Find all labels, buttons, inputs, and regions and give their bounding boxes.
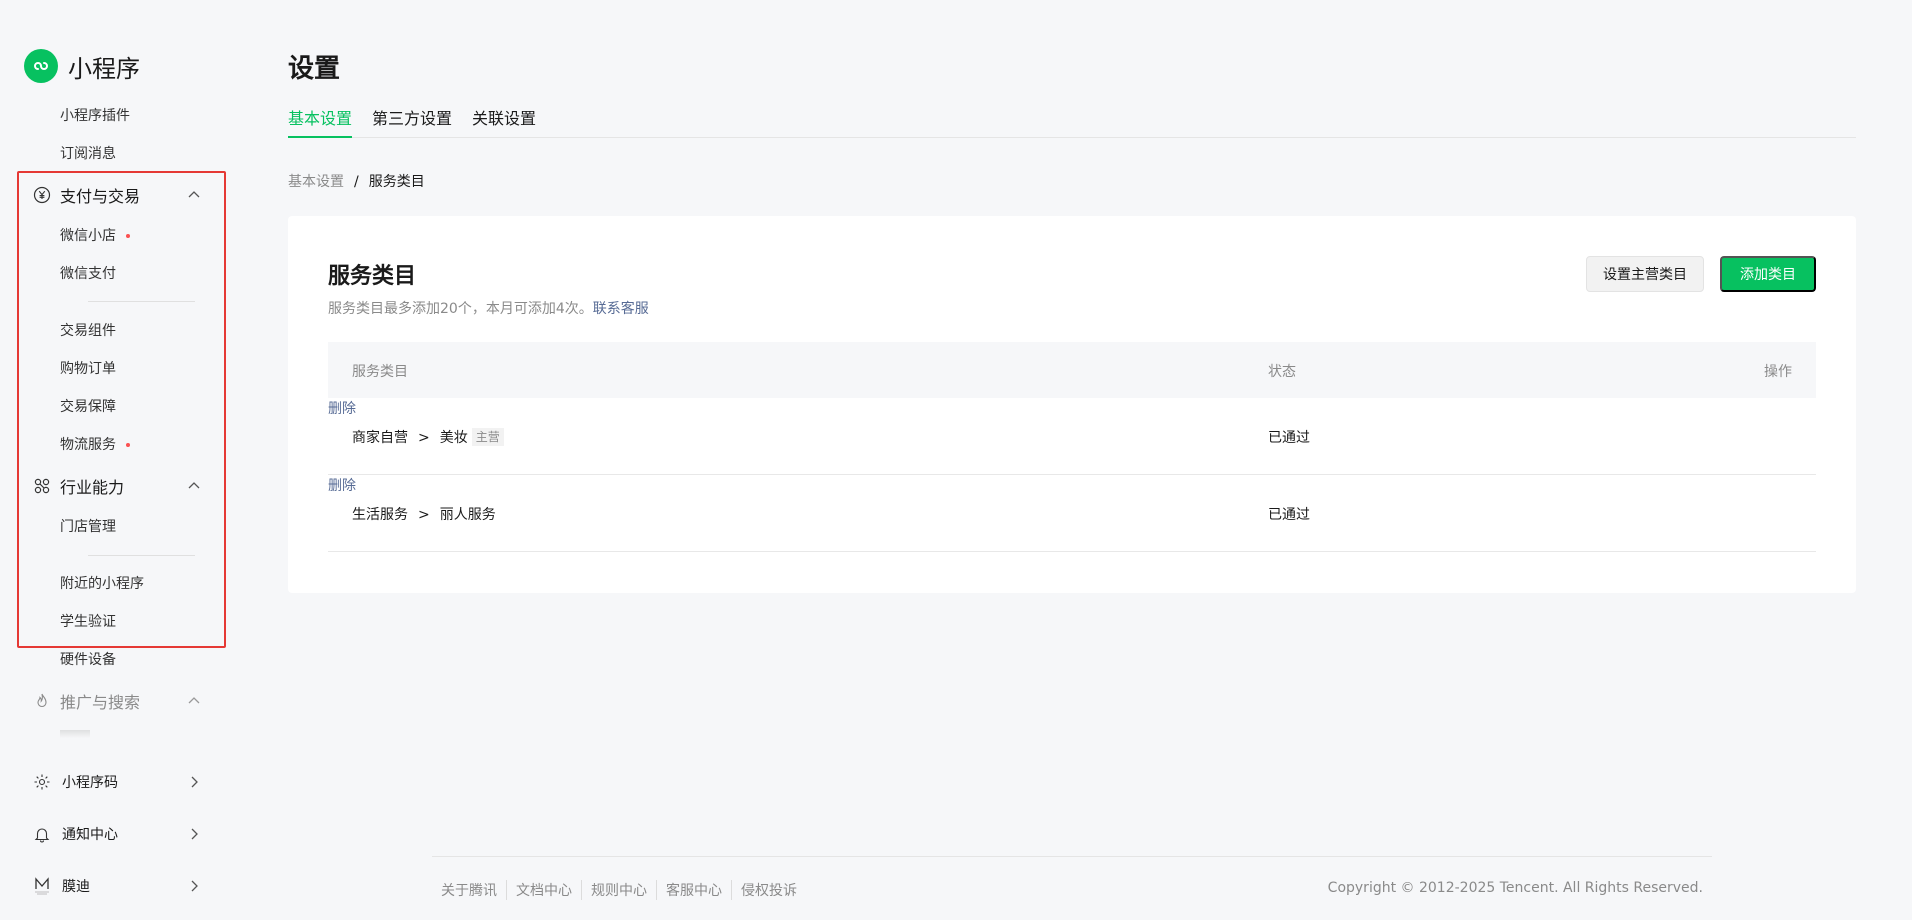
category-child: 丽人服务 — [439, 507, 496, 523]
highlight-annotation-box — [17, 171, 226, 648]
breadcrumb-current: 服务类目 — [368, 174, 425, 190]
description-text: 服务类目最多添加20个，本月可添加4次。 — [328, 301, 593, 317]
sidebar-item-label: 膜迪 — [62, 879, 90, 895]
tab-linked-settings[interactable]: 关联设置 — [472, 108, 536, 138]
column-header-status: 状态 — [1268, 364, 1296, 380]
chevron-up-icon[interactable] — [186, 693, 202, 713]
category-parent: 商家自营 — [352, 430, 408, 446]
sidebar-item-miniprogram-code[interactable]: 小程序码 — [32, 770, 202, 794]
category-table: 服务类目 状态 操作 商家自营 > 美妆 主营 已通过 删除 生活服务 > 丽人服务 已通… — [328, 342, 1816, 552]
table-row: 商家自营 > 美妆 主营 已通过 删除 — [328, 398, 1816, 475]
tab-third-party-settings[interactable]: 第三方设置 — [372, 108, 452, 138]
chevron-right-icon — [186, 826, 202, 846]
footer-links: 关于腾讯 文档中心 规则中心 客服中心 侵权投诉 — [441, 880, 806, 900]
sidebar-item-account[interactable]: 膜迪 — [32, 874, 202, 898]
sidebar-item-label: 小程序码 — [62, 775, 118, 791]
sidebar-item-label: 通知中心 — [62, 827, 118, 843]
category-cell: 生活服务 > 丽人服务 — [352, 504, 496, 524]
sidebar: 小程序 小程序插件 订阅消息 支付与交易 微信小店 微信支付 交易组件 购物订单… — [0, 0, 240, 920]
footer-link-about[interactable]: 关于腾讯 — [441, 880, 506, 900]
add-category-button[interactable]: 添加类目 — [1720, 256, 1816, 292]
sidebar-item-subscribe-messages[interactable]: 订阅消息 — [60, 144, 116, 164]
account-avatar-icon — [32, 876, 52, 896]
breadcrumb-parent[interactable]: 基本设置 — [288, 174, 344, 190]
bell-icon — [32, 824, 52, 844]
breadcrumb: 基本设置 / 服务类目 — [288, 171, 425, 191]
sidebar-group-label: 推广与搜索 — [60, 693, 141, 712]
category-cell: 商家自营 > 美妆 主营 — [352, 427, 504, 447]
tab-basic-settings[interactable]: 基本设置 — [288, 108, 353, 138]
status-cell: 已通过 — [1268, 507, 1310, 523]
breadcrumb-separator: / — [354, 174, 359, 190]
table-row: 生活服务 > 丽人服务 已通过 删除 — [328, 475, 1816, 552]
footer-link-rules[interactable]: 规则中心 — [581, 880, 656, 900]
app-name: 小程序 — [68, 54, 140, 83]
settings-tabs: 基本设置 第三方设置 关联设置 — [288, 108, 1856, 138]
card-title: 服务类目 — [328, 264, 417, 289]
footer-link-support[interactable]: 客服中心 — [656, 880, 731, 900]
chevron-right-icon — [186, 774, 202, 794]
fire-icon — [32, 691, 52, 711]
sidebar-item-notification-center[interactable]: 通知中心 — [32, 822, 202, 846]
chevron-right-icon — [186, 878, 202, 898]
delete-link[interactable]: 删除 — [328, 401, 356, 417]
qrcode-sun-icon — [32, 772, 52, 792]
footer-link-infringement[interactable]: 侵权投诉 — [731, 880, 806, 900]
status-cell: 已通过 — [1268, 430, 1310, 446]
table-header: 服务类目 状态 操作 — [328, 342, 1816, 398]
sidebar-group-promotion[interactable]: 推广与搜索 — [32, 689, 202, 713]
service-category-card: 服务类目 服务类目最多添加20个，本月可添加4次。联系客服 设置主营类目 添加类… — [288, 216, 1856, 593]
card-description: 服务类目最多添加20个，本月可添加4次。联系客服 — [328, 298, 649, 318]
sidebar-item-plugins[interactable]: 小程序插件 — [60, 106, 130, 126]
set-primary-category-button[interactable]: 设置主营类目 — [1586, 256, 1704, 292]
page-title: 设置 — [288, 54, 341, 84]
delete-link[interactable]: 删除 — [328, 478, 356, 494]
category-parent: 生活服务 — [352, 507, 408, 523]
footer-divider — [432, 856, 1712, 857]
app-logo[interactable]: 小程序 — [24, 48, 140, 84]
column-header-category: 服务类目 — [352, 364, 408, 380]
miniprogram-logo-icon — [24, 49, 58, 83]
column-header-action: 操作 — [1764, 364, 1792, 380]
category-separator: > — [418, 507, 430, 523]
contact-support-link[interactable]: 联系客服 — [593, 301, 649, 317]
sidebar-item-hardware-devices[interactable]: 硬件设备 — [60, 650, 116, 670]
category-child: 美妆 — [439, 430, 468, 446]
primary-tag: 主营 — [471, 428, 504, 446]
category-separator: > — [418, 430, 430, 446]
scroll-fade — [60, 730, 90, 738]
footer-link-docs[interactable]: 文档中心 — [506, 880, 581, 900]
copyright-text: Copyright © 2012-2025 Tencent. All Right… — [1327, 880, 1703, 896]
